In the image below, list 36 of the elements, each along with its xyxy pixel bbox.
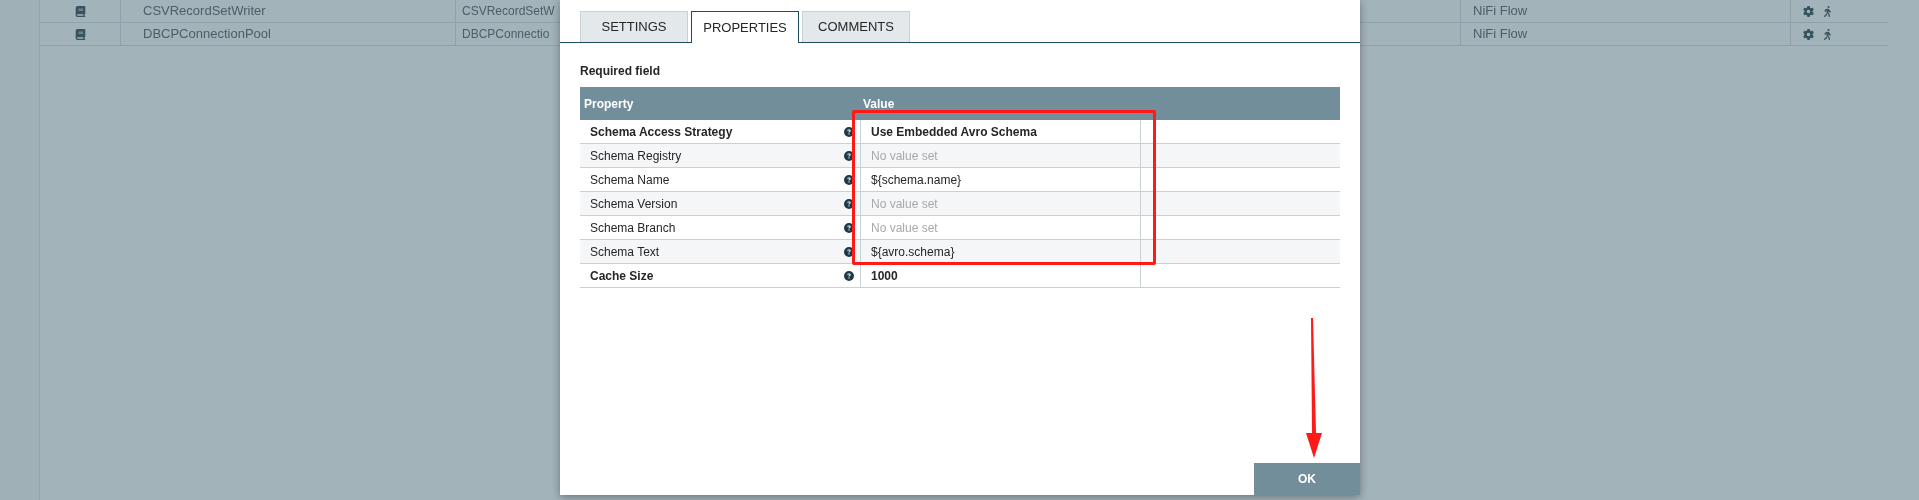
help-icon[interactable] xyxy=(844,198,854,209)
help-icon[interactable] xyxy=(844,222,854,233)
table-cell-text: NiFi Flow xyxy=(1473,2,1528,21)
table-cell-text: CSVRecordSetW xyxy=(462,3,555,20)
column-header: Property xyxy=(584,97,634,111)
book-icon[interactable] xyxy=(74,28,86,40)
property-name: Schema Name xyxy=(590,171,670,189)
property-name: Schema Version xyxy=(590,195,678,213)
book-icon[interactable] xyxy=(74,5,86,17)
tab[interactable]: PROPERTIES xyxy=(691,11,799,43)
help-icon[interactable] xyxy=(844,246,854,257)
help-icon[interactable] xyxy=(844,270,854,281)
tab[interactable]: COMMENTS xyxy=(802,11,910,42)
help-icon[interactable] xyxy=(844,150,854,161)
tab[interactable]: SETTINGS xyxy=(580,11,688,42)
gear-icon[interactable] xyxy=(1803,28,1814,40)
table-cell-text: DBCPConnectio xyxy=(462,26,550,43)
property-value[interactable]: ${avro.schema} xyxy=(871,242,955,261)
table-cell-text: NiFi Flow xyxy=(1473,25,1528,44)
property-name: Schema Registry xyxy=(590,147,682,165)
property-value[interactable]: Use Embedded Avro Schema xyxy=(871,122,1037,141)
table-cell-text: DBCPConnectionPool xyxy=(143,25,271,44)
property-name: Cache Size xyxy=(590,267,654,285)
property-name: Schema Text xyxy=(590,243,660,261)
required-field-note: Required field xyxy=(580,64,660,78)
walking-figure-icon[interactable] xyxy=(1822,5,1833,17)
help-icon[interactable] xyxy=(844,174,854,185)
gear-icon[interactable] xyxy=(1803,5,1814,17)
property-name: Schema Access Strategy xyxy=(590,123,733,141)
column-header: Value xyxy=(863,97,895,111)
property-name: Schema Branch xyxy=(590,219,676,237)
property-value[interactable]: 1000 xyxy=(871,266,898,285)
help-icon[interactable] xyxy=(844,126,854,137)
walking-figure-icon[interactable] xyxy=(1822,28,1833,40)
table-cell-text: CSVRecordSetWriter xyxy=(143,2,266,21)
property-value[interactable]: ${schema.name} xyxy=(871,170,962,189)
